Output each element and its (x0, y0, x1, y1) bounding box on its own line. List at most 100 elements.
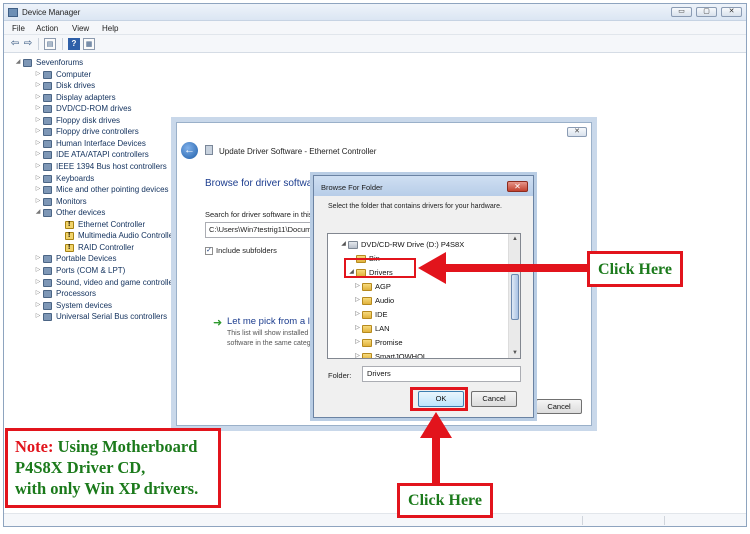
expand-arrow-icon[interactable]: ▷ (34, 311, 42, 322)
tree-item[interactable]: ▷ System devices (34, 300, 176, 311)
click-here-callout: Click Here (397, 483, 493, 518)
expand-arrow-icon[interactable]: ▷ (354, 294, 361, 307)
tree-item[interactable]: ▷ DVD/CD-ROM drives (34, 103, 176, 114)
tree-item[interactable]: ◢ Sevenforums (14, 57, 164, 68)
tree-item[interactable]: ▷ Processors (34, 288, 176, 299)
expand-arrow-icon[interactable]: ▷ (34, 103, 42, 114)
note-callout: Note: Using Motherboard P4S8X Driver CD,… (5, 428, 221, 508)
tree-item[interactable]: ▷ Floppy disk drives (34, 115, 176, 126)
expand-arrow-icon[interactable]: ▷ (34, 184, 42, 195)
expand-arrow-icon[interactable]: ▷ (354, 336, 361, 349)
folder-icon (362, 283, 372, 291)
include-subfolders-label: Include subfolders (216, 246, 277, 255)
tree-item[interactable]: Multimedia Audio Controller (56, 230, 176, 241)
collapse-arrow-icon[interactable]: ◢ (14, 57, 22, 68)
expand-arrow-icon[interactable]: ▷ (34, 161, 42, 172)
vertical-scrollbar[interactable]: ▲ ▼ (508, 234, 520, 358)
properties-icon[interactable]: ▤ (44, 38, 56, 50)
expand-arrow-icon[interactable]: ▷ (34, 288, 42, 299)
tree-item[interactable]: ▷ Display adapters (34, 92, 176, 103)
tree-item-label: System devices (56, 300, 113, 310)
expand-arrow-icon[interactable]: ▷ (34, 253, 42, 264)
tree-item-label: Sound, video and game controllers (56, 277, 176, 287)
tree-item[interactable]: ▷ Disk drives (34, 80, 176, 91)
scroll-up-icon[interactable]: ▲ (509, 234, 520, 244)
tree-item[interactable]: ▷ Universal Serial Bus controllers (34, 311, 176, 322)
scroll-thumb[interactable] (511, 274, 519, 320)
folder-item[interactable]: ▷ LAN (354, 322, 506, 335)
tree-item[interactable]: ▷ Floppy drive controllers (34, 126, 176, 137)
expand-arrow-icon[interactable]: ▷ (34, 115, 42, 126)
tree-item-label: Computer (56, 69, 92, 79)
description-line: software in the same category as the dev… (227, 340, 313, 347)
dialog-title: Browse For Folder (321, 183, 383, 192)
note-line: Using Motherboard (53, 437, 198, 456)
tree-item[interactable]: ▷ IDE ATA/ATAPI controllers (34, 149, 176, 160)
folder-item[interactable]: ◢ DVD/CD-RW Drive (D:) P4S8X (340, 238, 506, 251)
tree-item-label: Display adapters (56, 92, 116, 102)
menu-file[interactable]: File (12, 24, 25, 33)
menu-help[interactable]: Help (102, 24, 118, 33)
close-button[interactable]: ✕ (567, 127, 587, 137)
forward-arrow-icon[interactable]: ⇨ (22, 38, 34, 50)
tree-item[interactable]: ▷ Sound, video and game controllers (34, 277, 176, 288)
scan-hardware-icon[interactable]: ▦ (83, 38, 95, 50)
expand-arrow-icon[interactable]: ▷ (34, 92, 42, 103)
back-button[interactable]: ← (181, 142, 198, 159)
title-bar: Device Manager ▭ ▢ ✕ (4, 4, 746, 21)
folder-item[interactable]: ▷ Promise (354, 336, 506, 349)
maximize-button[interactable]: ▢ (696, 7, 717, 17)
collapse-arrow-icon[interactable]: ◢ (34, 207, 42, 218)
close-button[interactable]: ✕ (721, 7, 742, 17)
scroll-down-icon[interactable]: ▼ (509, 348, 520, 358)
tree-item[interactable]: ▷ Human Interface Devices (34, 138, 176, 149)
mouse-icon (43, 186, 52, 195)
tree-item[interactable]: ▷ Keyboards (34, 173, 176, 184)
callout-text: Click Here (408, 492, 482, 509)
expand-arrow-icon[interactable]: ▷ (354, 280, 361, 293)
folder-item[interactable]: ▷ IDE (354, 308, 506, 321)
folder-item[interactable]: ▷ SmartJOWHQL (354, 350, 506, 358)
expand-arrow-icon[interactable]: ▷ (34, 149, 42, 160)
cancel-button[interactable]: Cancel (536, 399, 582, 414)
checkbox-check-icon[interactable]: ✓ (205, 247, 213, 255)
folder-tree: ◢ DVD/CD-RW Drive (D:) P4S8X Bin ◢ Drivers ▷ A… (327, 233, 521, 359)
menu-action[interactable]: Action (36, 24, 58, 33)
cancel-button[interactable]: Cancel (471, 391, 517, 407)
tree-item[interactable]: Ethernet Controller (56, 219, 176, 230)
tree-item[interactable]: ▷ IEEE 1394 Bus host controllers (34, 161, 176, 172)
expand-arrow-icon[interactable]: ▷ (34, 69, 42, 80)
tree-item[interactable]: RAID Controller (56, 242, 176, 253)
tree-item[interactable]: ▷ Computer (34, 69, 176, 80)
driver-path-input[interactable]: C:\Users\Win7testrig11\Documents (205, 222, 315, 238)
expand-arrow-icon[interactable]: ▷ (34, 126, 42, 137)
tree-item[interactable]: ▷ Mice and other pointing devices (34, 184, 176, 195)
expand-arrow-icon[interactable]: ▷ (34, 196, 42, 207)
help-icon[interactable]: ? (68, 38, 80, 50)
expand-arrow-icon[interactable]: ▷ (34, 80, 42, 91)
folder-item[interactable]: ▷ Audio (354, 294, 506, 307)
tree-item[interactable]: ◢ Other devices (34, 207, 176, 218)
folder-icon (362, 325, 372, 333)
expand-arrow-icon[interactable]: ▷ (354, 308, 361, 321)
close-button[interactable]: ✕ (507, 181, 528, 192)
expand-arrow-icon[interactable]: ▷ (34, 173, 42, 184)
expand-arrow-icon[interactable]: ▷ (354, 322, 361, 335)
expand-arrow-icon[interactable]: ▷ (34, 138, 42, 149)
expand-arrow-icon[interactable]: ▷ (354, 350, 361, 358)
expand-arrow-icon[interactable]: ▷ (34, 265, 42, 276)
expand-arrow-icon[interactable]: ▷ (34, 300, 42, 311)
tree-item[interactable]: ▷ Ports (COM & LPT) (34, 265, 176, 276)
expand-arrow-icon[interactable]: ◢ (340, 238, 347, 251)
folder-item[interactable]: ▷ AGP (354, 280, 506, 293)
ok-highlight-box (410, 387, 468, 411)
folder-input[interactable]: Drivers (362, 366, 521, 382)
back-arrow-icon[interactable]: ⇦ (9, 38, 21, 50)
minimize-button[interactable]: ▭ (671, 7, 692, 17)
expand-arrow-icon[interactable]: ▷ (34, 277, 42, 288)
tree-item[interactable]: ▷ Monitors (34, 196, 176, 207)
browse-for-folder-dialog: Browse For Folder ✕ Select the folder th… (313, 175, 534, 418)
tree-item[interactable]: ▷ Portable Devices (34, 253, 176, 264)
warning-device-icon (65, 242, 74, 253)
menu-view[interactable]: View (72, 24, 89, 33)
